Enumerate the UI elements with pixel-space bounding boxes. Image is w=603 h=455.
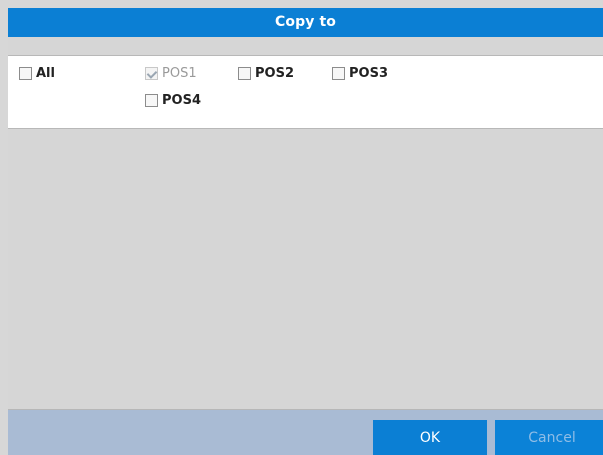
dialog-footer: OK Cancel <box>8 409 603 455</box>
checkbox-box[interactable] <box>332 67 345 80</box>
checkbox-pos1-label: POS1 <box>162 66 197 81</box>
checkbox-box[interactable] <box>238 67 251 80</box>
checkbox-pos3-label: POS3 <box>349 66 388 81</box>
checkbox-box[interactable] <box>145 67 158 80</box>
dialog-title-bar: Copy to <box>8 8 603 37</box>
checkbox-all-label: All <box>36 66 55 81</box>
checkbox-box[interactable] <box>145 94 158 107</box>
checkbox-pos2-label: POS2 <box>255 66 294 81</box>
copy-to-dialog: Copy to All POS1 POS2 POS3 POS4 OK Cance… <box>8 8 603 455</box>
checkbox-pos3[interactable]: POS3 <box>332 66 388 81</box>
dialog-title: Copy to <box>275 14 336 30</box>
checkbox-pos4[interactable]: POS4 <box>145 93 201 108</box>
checkbox-pos1[interactable]: POS1 <box>145 66 197 81</box>
checkbox-pos4-label: POS4 <box>162 93 201 108</box>
checkbox-box[interactable] <box>19 67 32 80</box>
checkbox-pos2[interactable]: POS2 <box>238 66 294 81</box>
checkbox-all[interactable]: All <box>19 66 55 81</box>
cancel-button[interactable]: Cancel <box>495 420 603 455</box>
ok-button[interactable]: OK <box>373 420 487 455</box>
copy-targets-panel: All POS1 POS2 POS3 POS4 <box>8 55 603 129</box>
